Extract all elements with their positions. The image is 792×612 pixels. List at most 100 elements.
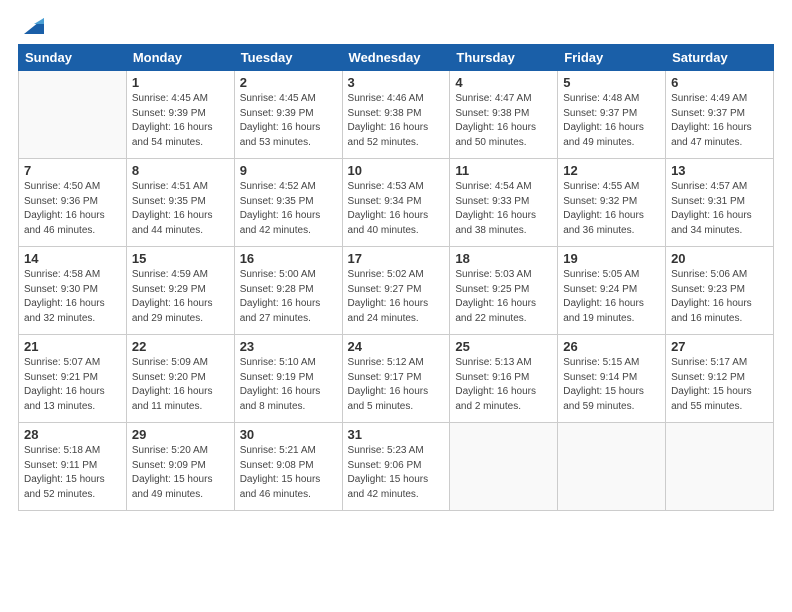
day-number: 21 [24,339,121,354]
calendar-cell: 13 Sunrise: 4:57 AM Sunset: 9:31 PM Dayli… [666,159,774,247]
day-info: Sunrise: 5:12 AM Sunset: 9:17 PM Dayligh… [348,356,445,414]
day-info: Sunrise: 5:02 AM Sunset: 9:27 PM Dayligh… [348,268,445,326]
calendar-header-wednesday: Wednesday [342,45,450,71]
calendar-cell: 28 Sunrise: 5:18 AM Sunset: 9:11 PM Dayli… [19,423,127,511]
day-info: Sunrise: 4:52 AM Sunset: 9:35 PM Dayligh… [240,180,337,238]
calendar-cell: 18 Sunrise: 5:03 AM Sunset: 9:25 PM Dayli… [450,247,558,335]
day-number: 24 [348,339,445,354]
calendar-cell [666,423,774,511]
calendar-cell: 7 Sunrise: 4:50 AM Sunset: 9:36 PM Daylig… [19,159,127,247]
day-number: 18 [455,251,552,266]
day-number: 19 [563,251,660,266]
day-info: Sunrise: 5:13 AM Sunset: 9:16 PM Dayligh… [455,356,552,414]
calendar-header-row: SundayMondayTuesdayWednesdayThursdayFrid… [19,45,774,71]
day-info: Sunrise: 4:58 AM Sunset: 9:30 PM Dayligh… [24,268,121,326]
day-info: Sunrise: 4:59 AM Sunset: 9:29 PM Dayligh… [132,268,229,326]
day-number: 16 [240,251,337,266]
calendar-cell: 9 Sunrise: 4:52 AM Sunset: 9:35 PM Daylig… [234,159,342,247]
calendar-cell [450,423,558,511]
calendar-week-1: 1 Sunrise: 4:45 AM Sunset: 9:39 PM Daylig… [19,71,774,159]
day-number: 12 [563,163,660,178]
logo [18,10,48,38]
day-info: Sunrise: 4:50 AM Sunset: 9:36 PM Dayligh… [24,180,121,238]
day-info: Sunrise: 5:21 AM Sunset: 9:08 PM Dayligh… [240,444,337,502]
calendar-cell: 10Sunrise: 4:53 AM Sunset: 9:34 PM Dayli… [342,159,450,247]
day-number: 27 [671,339,768,354]
day-number: 13 [671,163,768,178]
day-info: Sunrise: 5:23 AM Sunset: 9:06 PM Dayligh… [348,444,445,502]
calendar-header-tuesday: Tuesday [234,45,342,71]
day-number: 1 [132,75,229,90]
calendar-cell [19,71,127,159]
calendar-week-2: 7 Sunrise: 4:50 AM Sunset: 9:36 PM Daylig… [19,159,774,247]
day-info: Sunrise: 5:03 AM Sunset: 9:25 PM Dayligh… [455,268,552,326]
day-number: 30 [240,427,337,442]
day-number: 11 [455,163,552,178]
day-number: 5 [563,75,660,90]
day-number: 10 [348,163,445,178]
day-info: Sunrise: 4:47 AM Sunset: 9:38 PM Dayligh… [455,92,552,150]
day-number: 2 [240,75,337,90]
calendar-week-4: 21 Sunrise: 5:07 AM Sunset: 9:21 PM Dayli… [19,335,774,423]
day-info: Sunrise: 4:46 AM Sunset: 9:38 PM Dayligh… [348,92,445,150]
calendar-header-sunday: Sunday [19,45,127,71]
calendar-cell: 17 Sunrise: 5:02 AM Sunset: 9:27 PM Dayli… [342,247,450,335]
day-number: 22 [132,339,229,354]
day-number: 8 [132,163,229,178]
calendar-cell [558,423,666,511]
page: SundayMondayTuesdayWednesdayThursdayFrid… [0,0,792,612]
day-number: 31 [348,427,445,442]
day-info: Sunrise: 4:55 AM Sunset: 9:32 PM Dayligh… [563,180,660,238]
day-info: Sunrise: 4:48 AM Sunset: 9:37 PM Dayligh… [563,92,660,150]
day-info: Sunrise: 5:10 AM Sunset: 9:19 PM Dayligh… [240,356,337,414]
calendar-cell: 4 Sunrise: 4:47 AM Sunset: 9:38 PM Daylig… [450,71,558,159]
calendar-cell: 8Sunrise: 4:51 AM Sunset: 9:35 PM Daylig… [126,159,234,247]
calendar-cell: 11 Sunrise: 4:54 AM Sunset: 9:33 PM Dayli… [450,159,558,247]
calendar-cell: 2 Sunrise: 4:45 AM Sunset: 9:39 PM Daylig… [234,71,342,159]
header [18,10,774,38]
day-number: 9 [240,163,337,178]
calendar-week-5: 28 Sunrise: 5:18 AM Sunset: 9:11 PM Dayli… [19,423,774,511]
day-number: 4 [455,75,552,90]
calendar-cell: 12 Sunrise: 4:55 AM Sunset: 9:32 PM Dayli… [558,159,666,247]
day-info: Sunrise: 4:54 AM Sunset: 9:33 PM Dayligh… [455,180,552,238]
calendar-cell: 1Sunrise: 4:45 AM Sunset: 9:39 PM Daylig… [126,71,234,159]
calendar-cell: 23Sunrise: 5:10 AM Sunset: 9:19 PM Dayli… [234,335,342,423]
day-number: 6 [671,75,768,90]
day-number: 28 [24,427,121,442]
calendar-cell: 26Sunrise: 5:15 AM Sunset: 9:14 PM Dayli… [558,335,666,423]
day-number: 20 [671,251,768,266]
calendar-header-friday: Friday [558,45,666,71]
day-info: Sunrise: 5:00 AM Sunset: 9:28 PM Dayligh… [240,268,337,326]
calendar-cell: 30 Sunrise: 5:21 AM Sunset: 9:08 PM Dayli… [234,423,342,511]
day-info: Sunrise: 5:15 AM Sunset: 9:14 PM Dayligh… [563,356,660,414]
calendar-cell: 3 Sunrise: 4:46 AM Sunset: 9:38 PM Daylig… [342,71,450,159]
day-info: Sunrise: 4:49 AM Sunset: 9:37 PM Dayligh… [671,92,768,150]
calendar-cell: 31 Sunrise: 5:23 AM Sunset: 9:06 PM Dayli… [342,423,450,511]
day-info: Sunrise: 5:17 AM Sunset: 9:12 PM Dayligh… [671,356,768,414]
calendar-cell: 21 Sunrise: 5:07 AM Sunset: 9:21 PM Dayli… [19,335,127,423]
day-number: 14 [24,251,121,266]
calendar-header-thursday: Thursday [450,45,558,71]
day-number: 17 [348,251,445,266]
calendar-week-3: 14 Sunrise: 4:58 AM Sunset: 9:30 PM Dayli… [19,247,774,335]
calendar-cell: 14 Sunrise: 4:58 AM Sunset: 9:30 PM Dayli… [19,247,127,335]
day-info: Sunrise: 5:07 AM Sunset: 9:21 PM Dayligh… [24,356,121,414]
calendar: SundayMondayTuesdayWednesdayThursdayFrid… [18,44,774,511]
calendar-cell: 22 Sunrise: 5:09 AM Sunset: 9:20 PM Dayli… [126,335,234,423]
calendar-cell: 15 Sunrise: 4:59 AM Sunset: 9:29 PM Dayli… [126,247,234,335]
day-info: Sunrise: 4:45 AM Sunset: 9:39 PM Dayligh… [240,92,337,150]
day-number: 7 [24,163,121,178]
calendar-header-monday: Monday [126,45,234,71]
day-info: Sunrise: 5:09 AM Sunset: 9:20 PM Dayligh… [132,356,229,414]
calendar-header-saturday: Saturday [666,45,774,71]
day-number: 25 [455,339,552,354]
day-info: Sunrise: 4:57 AM Sunset: 9:31 PM Dayligh… [671,180,768,238]
day-info: Sunrise: 5:05 AM Sunset: 9:24 PM Dayligh… [563,268,660,326]
day-info: Sunrise: 5:18 AM Sunset: 9:11 PM Dayligh… [24,444,121,502]
calendar-cell: 19 Sunrise: 5:05 AM Sunset: 9:24 PM Dayli… [558,247,666,335]
day-info: Sunrise: 5:20 AM Sunset: 9:09 PM Dayligh… [132,444,229,502]
day-number: 15 [132,251,229,266]
calendar-cell: 5 Sunrise: 4:48 AM Sunset: 9:37 PM Daylig… [558,71,666,159]
day-number: 3 [348,75,445,90]
